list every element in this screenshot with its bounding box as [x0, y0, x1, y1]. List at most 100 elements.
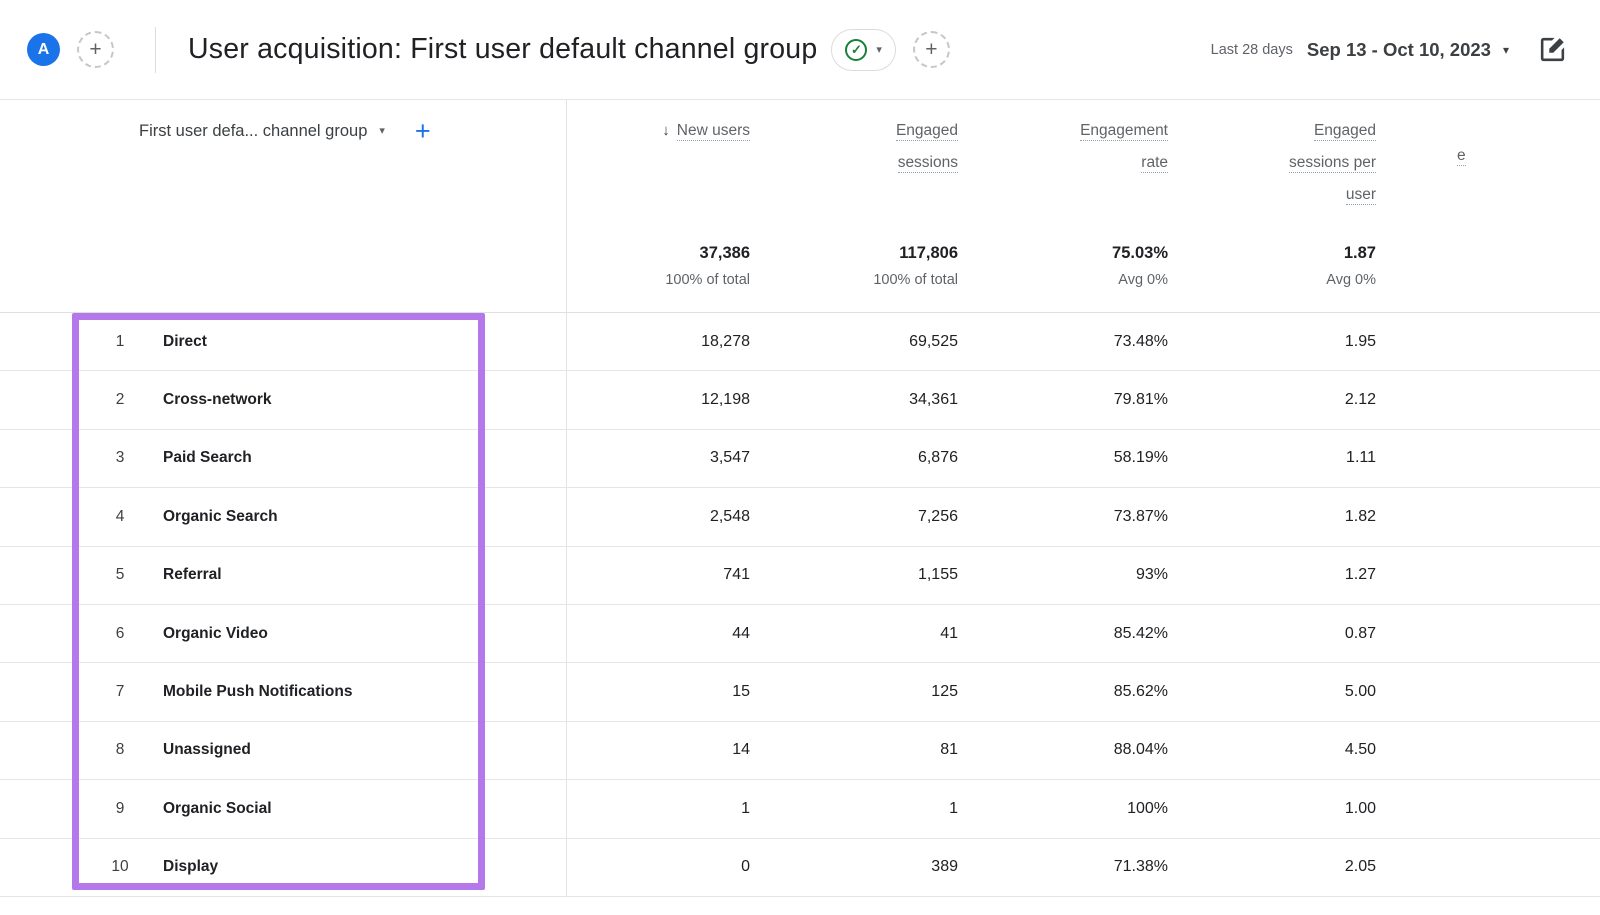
cell-new-users: 3,547 [709, 449, 750, 467]
cell-engaged-sessions: 125 [931, 683, 958, 701]
column-header-new-users[interactable]: ↓ New users [567, 100, 774, 225]
cell-engaged-sessions: 81 [940, 741, 958, 759]
dimension-selector[interactable]: First user defa... channel group [139, 115, 367, 147]
cell-new-users: 18,278 [701, 332, 750, 350]
add-filter-button[interactable]: + [912, 31, 950, 68]
total-engaged-sessions-per-user: 1.87 Avg 0% [1326, 244, 1376, 288]
row-index: 8 [115, 741, 125, 759]
table-header-row: First user defa... channel group ▾ + ↓ Ne… [0, 100, 1600, 225]
cell-engagement-rate: 71.38% [1113, 858, 1168, 876]
cell-engagement-rate: 93% [1135, 566, 1168, 584]
row-index: 1 [115, 332, 125, 350]
table-row[interactable]: 5 Referral 741 1,155 93% 1.27 [0, 546, 1600, 605]
cell-engaged-sessions-per-user: 2.05 [1344, 858, 1376, 876]
cell-new-users: 14 [732, 741, 750, 759]
edit-report-icon [1540, 37, 1565, 62]
totals-dimension-cell [0, 225, 567, 312]
date-preset-label: Last 28 days [1210, 41, 1293, 58]
cell-engaged-sessions: 389 [931, 858, 958, 876]
table-row[interactable]: 2 Cross-network 12,198 34,361 79.81% 2.1… [0, 371, 1600, 430]
cell-engagement-rate: 100% [1127, 799, 1168, 817]
cell-engaged-sessions: 7,256 [917, 507, 958, 525]
channel-name: Display [163, 858, 219, 876]
cell-engaged-sessions-per-user: 1.11 [1346, 449, 1376, 467]
row-index: 2 [115, 391, 125, 409]
cell-engaged-sessions-per-user: 5.00 [1344, 683, 1376, 701]
cell-engagement-rate: 73.87% [1113, 507, 1168, 525]
cell-engagement-rate: 79.81% [1113, 391, 1168, 409]
add-dimension-button[interactable]: + [415, 117, 431, 145]
total-engagement-rate: 75.03% Avg 0% [1112, 244, 1168, 288]
plus-icon: + [89, 38, 102, 61]
column-header-engagement-rate[interactable]: Engagement rate [982, 100, 1192, 225]
cell-engaged-sessions-per-user: 1.27 [1344, 566, 1376, 584]
cell-new-users: 12,198 [701, 391, 750, 409]
report-status-button[interactable]: ✓ ▾ [831, 28, 896, 71]
dimension-header-cell: First user defa... channel group ▾ + [0, 100, 567, 225]
cell-engaged-sessions-per-user: 4.50 [1344, 741, 1376, 759]
channel-name: Organic Search [163, 507, 278, 525]
cell-engagement-rate: 85.62% [1113, 683, 1168, 701]
table-row[interactable]: 9 Organic Social 1 1 100% 1.00 [0, 780, 1600, 839]
row-index: 7 [115, 683, 125, 701]
cell-new-users: 15 [732, 683, 750, 701]
total-new-users: 37,386 100% of total [665, 244, 750, 288]
table-row[interactable]: 8 Unassigned 14 81 88.04% 4.50 [0, 721, 1600, 781]
row-index: 4 [115, 507, 125, 525]
customize-report-button[interactable] [1537, 34, 1568, 65]
table-row[interactable]: 7 Mobile Push Notifications 15 125 85.62… [0, 663, 1600, 722]
avatar[interactable]: A [27, 33, 60, 66]
check-circle-icon: ✓ [845, 38, 868, 61]
cell-new-users: 44 [732, 624, 750, 642]
cell-engagement-rate: 58.19% [1113, 449, 1168, 467]
row-index: 9 [115, 799, 125, 817]
cell-engaged-sessions: 1,155 [917, 566, 958, 584]
table-row[interactable]: 10 Display 0 389 71.38% 2.05 [0, 838, 1600, 897]
table-row[interactable]: 1 Direct 18,278 69,525 73.48% 1.95 [0, 313, 1600, 372]
channel-name: Referral [163, 566, 222, 584]
cell-new-users: 0 [741, 858, 750, 876]
plus-icon: + [925, 38, 938, 61]
cell-engaged-sessions: 34,361 [909, 391, 958, 409]
column-header-engaged-sessions[interactable]: Engaged sessions [774, 100, 982, 225]
sort-descending-icon: ↓ [662, 122, 670, 139]
totals-row: 37,386 100% of total 117,806 100% of tot… [0, 225, 1600, 313]
cell-engaged-sessions-per-user: 1.00 [1344, 799, 1376, 817]
column-header-engaged-sessions-per-user[interactable]: Engaged sessions per user [1192, 100, 1400, 225]
cell-engaged-sessions: 69,525 [909, 332, 958, 350]
channel-name: Unassigned [163, 741, 251, 759]
add-comparison-button[interactable]: + [77, 31, 114, 68]
cell-engaged-sessions-per-user: 1.82 [1344, 507, 1376, 525]
chevron-down-icon: ▾ [876, 44, 882, 56]
cell-engaged-sessions: 6,876 [917, 449, 958, 467]
cell-engaged-sessions-per-user: 1.95 [1344, 332, 1376, 350]
channel-name: Organic Video [163, 624, 268, 642]
table-row[interactable]: 6 Organic Video 44 41 85.42% 0.87 [0, 604, 1600, 664]
vertical-divider [155, 26, 156, 73]
cell-engagement-rate: 85.42% [1113, 624, 1168, 642]
total-engaged-sessions: 117,806 100% of total [873, 244, 958, 288]
channel-name: Direct [163, 332, 207, 350]
page-title: User acquisition: First user default cha… [188, 33, 818, 65]
channel-name: Paid Search [163, 449, 252, 467]
channel-name: Mobile Push Notifications [163, 683, 353, 701]
channel-name: Cross-network [163, 391, 272, 409]
cell-engaged-sessions-per-user: 2.12 [1344, 391, 1376, 409]
row-index: 3 [115, 449, 125, 467]
cell-new-users: 1 [741, 799, 750, 817]
chevron-down-icon: ▾ [1502, 42, 1509, 57]
cell-engaged-sessions: 1 [949, 799, 958, 817]
report-header: A + User acquisition: First user default… [0, 0, 1600, 100]
row-index: 6 [115, 624, 125, 642]
cell-new-users: 2,548 [709, 507, 750, 525]
chevron-down-icon[interactable]: ▾ [379, 115, 385, 147]
cell-engagement-rate: 73.48% [1113, 332, 1168, 350]
table-row[interactable]: 4 Organic Search 2,548 7,256 73.87% 1.82 [0, 488, 1600, 547]
date-range-picker[interactable]: Last 28 days Sep 13 - Oct 10, 2023 ▾ [1211, 39, 1509, 61]
report-table: First user defa... channel group ▾ + ↓ Ne… [0, 100, 1600, 897]
channel-name: Organic Social [163, 799, 272, 817]
table-row[interactable]: 3 Paid Search 3,547 6,876 58.19% 1.11 [0, 429, 1600, 489]
column-header-partial: e [1457, 147, 1466, 166]
row-index: 5 [115, 566, 125, 584]
cell-new-users: 741 [723, 566, 750, 584]
